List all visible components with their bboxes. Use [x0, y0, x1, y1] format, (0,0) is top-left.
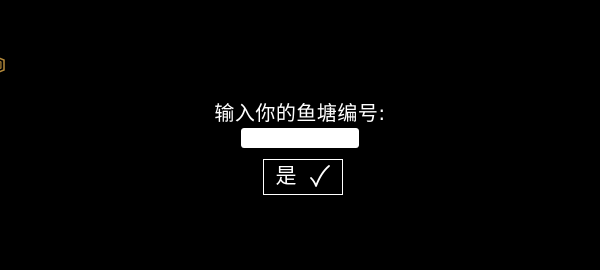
hexagon-badge-icon [0, 57, 5, 73]
confirm-button[interactable]: 是 [263, 159, 343, 195]
pond-id-screen: 输入你的鱼塘编号: 是 [0, 0, 600, 270]
pond-id-prompt: 输入你的鱼塘编号: [214, 101, 386, 125]
pond-id-input[interactable] [241, 128, 359, 148]
checkmark-icon [309, 165, 330, 187]
confirm-label: 是 [275, 164, 297, 188]
